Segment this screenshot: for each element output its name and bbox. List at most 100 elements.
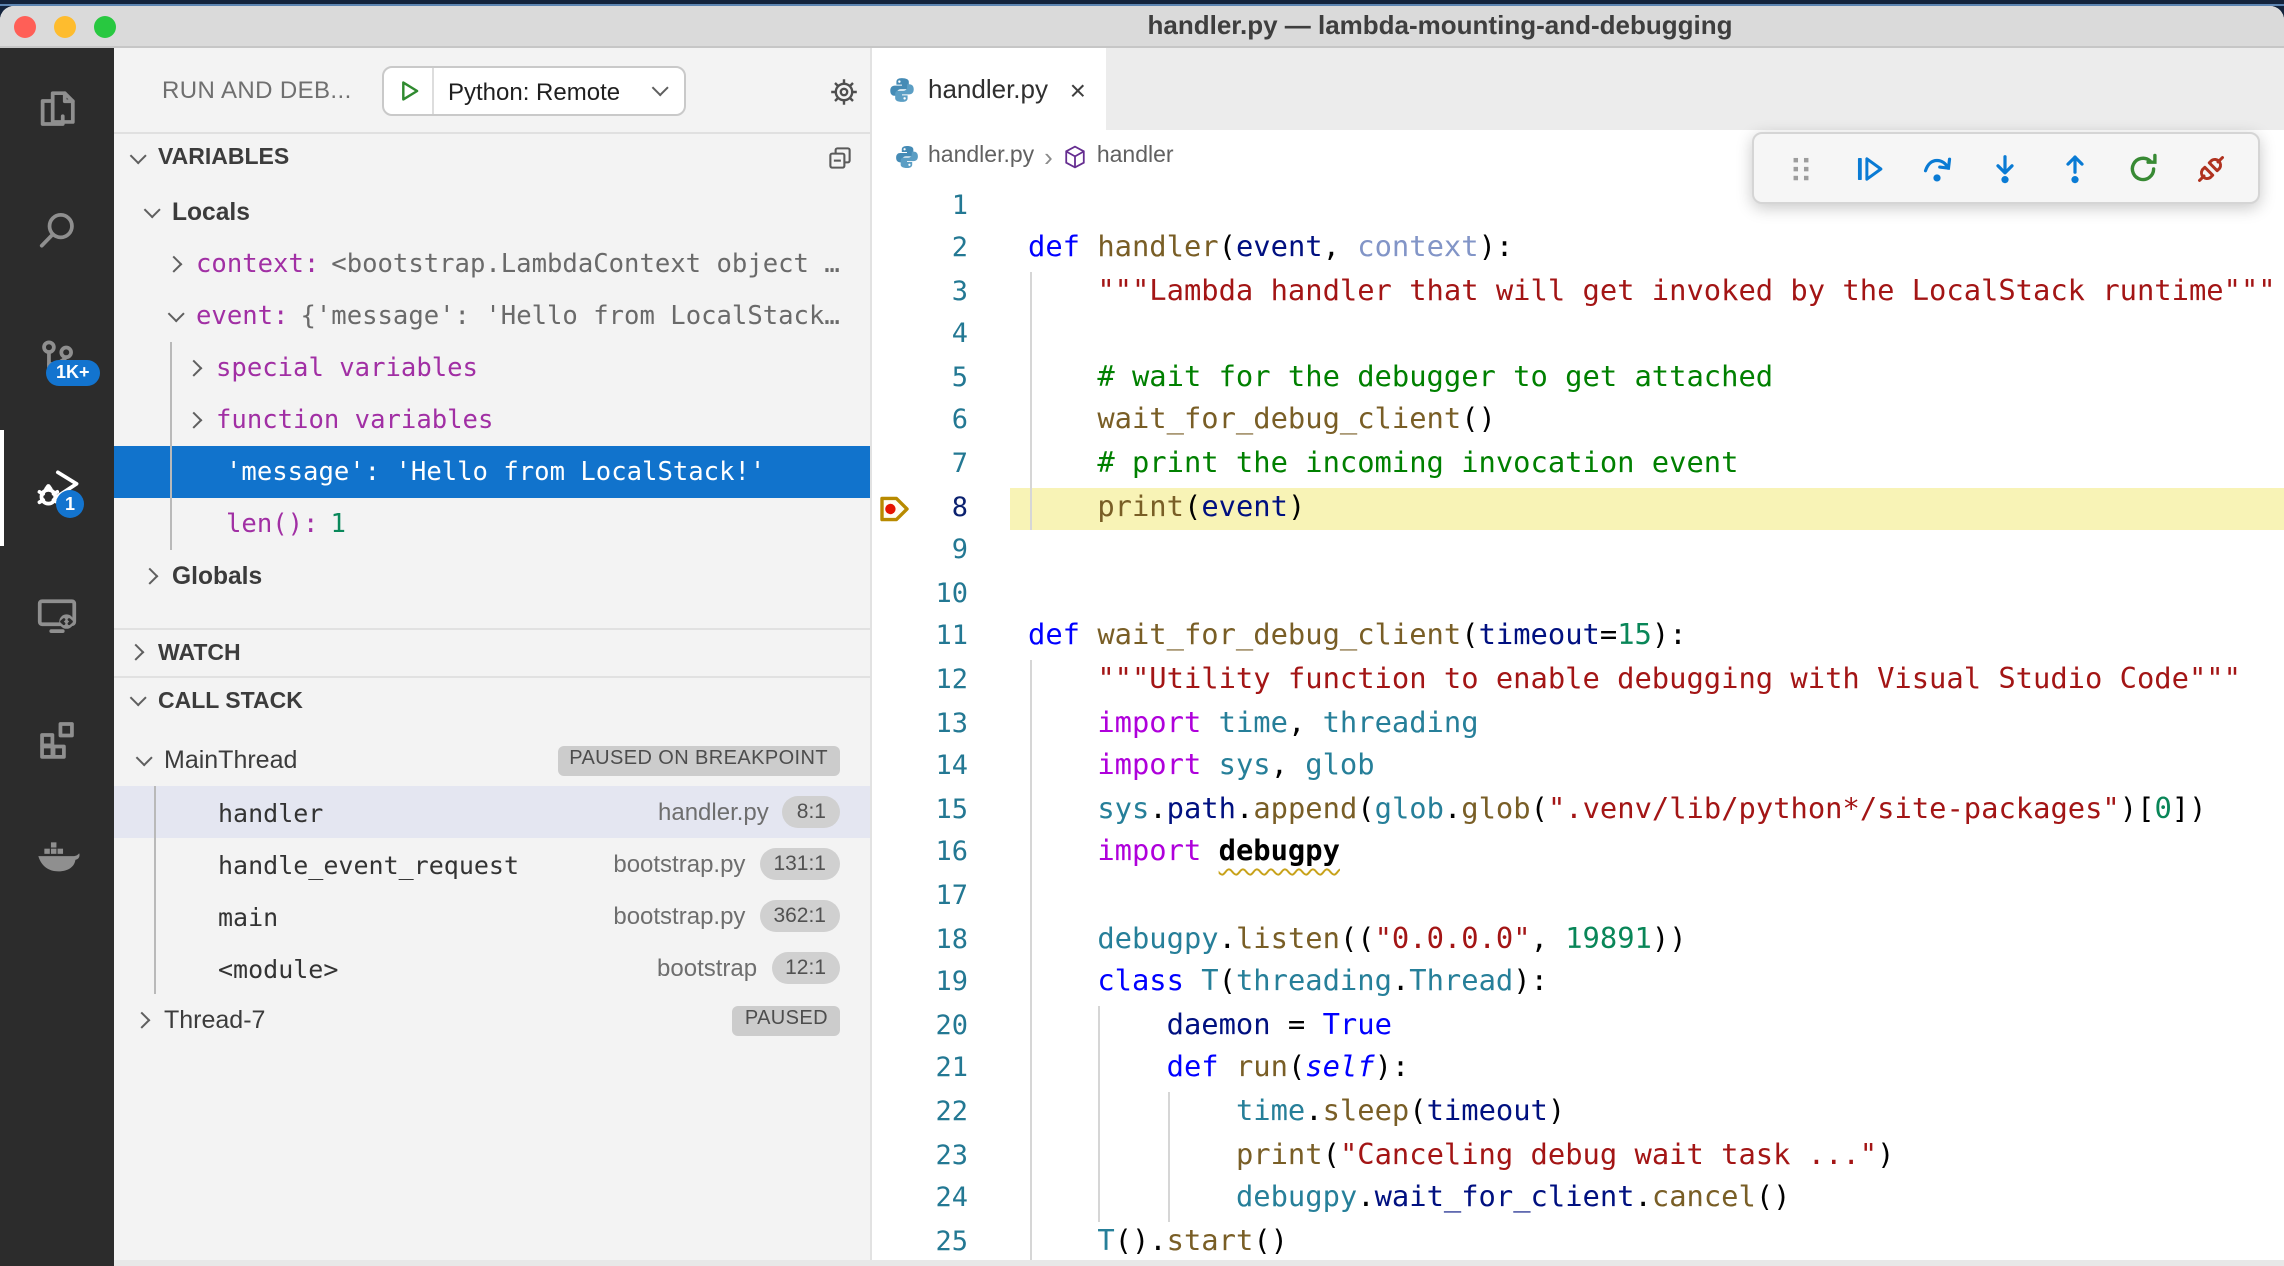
continue-button[interactable] xyxy=(1839,140,1899,196)
remote-explorer-button[interactable] xyxy=(0,566,114,662)
minimize-button[interactable] xyxy=(54,15,76,37)
code-line[interactable]: 9 xyxy=(872,531,2284,574)
zoom-button[interactable] xyxy=(94,15,116,37)
editor-gutter[interactable]: 12 xyxy=(872,660,1028,703)
collapse-all-button[interactable] xyxy=(822,140,858,176)
step-out-button[interactable] xyxy=(2045,140,2105,196)
extensions-button[interactable] xyxy=(0,690,114,786)
code-line[interactable]: 4 xyxy=(872,315,2284,358)
code-line[interactable]: 11def wait_for_debug_client(timeout=15): xyxy=(872,617,2284,660)
editor-gutter[interactable]: 19 xyxy=(872,962,1028,1005)
code-line[interactable]: 19 class T(threading.Thread): xyxy=(872,962,2284,1005)
line-number: 22 xyxy=(872,1092,1028,1135)
settings-gear-button[interactable] xyxy=(818,48,870,134)
variable-row[interactable]: event:{'message': 'Hello from LocalStack… xyxy=(114,290,870,342)
chevron-down-icon[interactable] xyxy=(650,81,670,101)
call-stack-frame-row[interactable]: handlerhandler.py8:1 xyxy=(114,786,870,838)
code-line[interactable]: 3 """Lambda handler that will get invoke… xyxy=(872,271,2284,314)
variable-row[interactable]: function variables xyxy=(114,394,870,446)
code-line[interactable]: 10 xyxy=(872,574,2284,617)
variable-row[interactable]: 'message': 'Hello from LocalStack!' xyxy=(114,446,870,498)
code-line[interactable]: 15 sys.path.append(glob.glob(".venv/lib/… xyxy=(872,790,2284,833)
variable-row[interactable]: Globals xyxy=(114,550,870,602)
editor-gutter[interactable]: 24 xyxy=(872,1178,1028,1221)
line-number: 14 xyxy=(872,746,1028,789)
editor-gutter[interactable]: 7 xyxy=(872,444,1028,487)
source-control-button[interactable]: 1K+ xyxy=(0,310,114,406)
editor-gutter[interactable]: 1 xyxy=(872,185,1028,228)
code-line[interactable]: 17 xyxy=(872,876,2284,919)
close-button[interactable] xyxy=(14,15,36,37)
step-into-button[interactable] xyxy=(1976,140,2036,196)
editor-gutter[interactable]: 2 xyxy=(872,228,1028,271)
code-line[interactable]: 13 import time, threading xyxy=(872,703,2284,746)
editor-gutter[interactable]: 11 xyxy=(872,617,1028,660)
code-line[interactable]: 21 def run(self): xyxy=(872,1049,2284,1092)
close-tab-icon[interactable]: × xyxy=(1066,73,1090,105)
disconnect-button[interactable] xyxy=(2182,140,2242,196)
variable-row[interactable]: context:<bootstrap.LambdaContext object … xyxy=(114,238,870,290)
breakpoint-current-icon[interactable] xyxy=(878,493,912,523)
editor-gutter[interactable]: 18 xyxy=(872,919,1028,962)
code-line[interactable]: 18 debugpy.listen(("0.0.0.0", 19891)) xyxy=(872,919,2284,962)
drag-handle-button[interactable] xyxy=(1770,140,1830,196)
call-stack-frame-row[interactable]: <module>bootstrap12:1 xyxy=(114,942,870,994)
chevron-right-icon xyxy=(134,1010,154,1030)
editor-gutter[interactable]: 22 xyxy=(872,1092,1028,1135)
editor-gutter[interactable]: 8 xyxy=(872,487,1028,530)
editor-gutter[interactable]: 10 xyxy=(872,574,1028,617)
variable-value: <bootstrap.LambdaContext object … xyxy=(331,249,840,279)
variable-row[interactable]: special variables xyxy=(114,342,870,394)
code-line[interactable]: 6 wait_for_debug_client() xyxy=(872,401,2284,444)
step-over-button[interactable] xyxy=(1907,140,1967,196)
editor-gutter[interactable]: 15 xyxy=(872,790,1028,833)
search-button[interactable] xyxy=(0,182,114,278)
code-line[interactable]: 14 import sys, glob xyxy=(872,746,2284,789)
docker-button[interactable] xyxy=(0,806,114,902)
code-line[interactable]: 24 debugpy.wait_for_client.cancel() xyxy=(872,1178,2284,1221)
watch-pane-header[interactable]: WATCH xyxy=(114,628,870,676)
code-line[interactable]: 5 # wait for the debugger to get attache… xyxy=(872,358,2284,401)
title-bar[interactable]: handler.py — lambda-mounting-and-debuggi… xyxy=(0,6,2284,48)
code-text: import sys, glob xyxy=(1028,746,1375,789)
code-line[interactable]: 7 # print the incoming invocation event xyxy=(872,444,2284,487)
editor-gutter[interactable]: 17 xyxy=(872,876,1028,919)
editor-gutter[interactable]: 23 xyxy=(872,1135,1028,1178)
code-line[interactable]: 8 print(event) xyxy=(872,487,2284,530)
code-line[interactable]: 2def handler(event, context): xyxy=(872,228,2284,271)
editor-gutter[interactable]: 21 xyxy=(872,1049,1028,1092)
editor-gutter[interactable]: 9 xyxy=(872,531,1028,574)
editor-gutter[interactable]: 13 xyxy=(872,703,1028,746)
breadcrumb-item-file[interactable]: handler.py xyxy=(894,143,1034,169)
code-editor[interactable]: 12def handler(event, context):3 """Lambd… xyxy=(872,185,2284,1265)
start-debugging-button[interactable] xyxy=(384,68,434,114)
launch-config-label[interactable]: Python: Remote xyxy=(434,77,650,105)
editor-gutter[interactable]: 20 xyxy=(872,1006,1028,1049)
breadcrumb-item-symbol[interactable]: handler xyxy=(1063,143,1174,169)
run-and-debug-button[interactable]: 1 xyxy=(0,440,114,536)
editor-gutter[interactable]: 6 xyxy=(872,401,1028,444)
editor-gutter[interactable]: 5 xyxy=(872,358,1028,401)
explorer-button[interactable] xyxy=(0,60,114,156)
variable-row[interactable]: len():1 xyxy=(114,498,870,550)
code-line[interactable]: 23 print("Canceling debug wait task ..."… xyxy=(872,1135,2284,1178)
variable-row[interactable]: Locals xyxy=(114,186,870,238)
editor-gutter[interactable]: 16 xyxy=(872,833,1028,876)
call-stack-pane-header[interactable]: CALL STACK xyxy=(114,676,870,724)
restart-button[interactable] xyxy=(2113,140,2173,196)
code-line[interactable]: 20 daemon = True xyxy=(872,1006,2284,1049)
call-stack-thread-row[interactable]: Thread-7PAUSED xyxy=(114,994,870,1046)
frame-file-name: bootstrap xyxy=(657,954,757,982)
code-line[interactable]: 22 time.sleep(timeout) xyxy=(872,1092,2284,1135)
call-stack-frame-row[interactable]: mainbootstrap.py362:1 xyxy=(114,890,870,942)
tab-handler-py[interactable]: handler.py × xyxy=(872,48,1106,130)
code-line[interactable]: 16 import debugpy xyxy=(872,833,2284,876)
call-stack-thread-row[interactable]: MainThreadPAUSED ON BREAKPOINT xyxy=(114,734,870,786)
editor-gutter[interactable]: 4 xyxy=(872,315,1028,358)
variables-pane-header[interactable]: VARIABLES xyxy=(114,134,870,182)
editor-gutter[interactable]: 14 xyxy=(872,746,1028,789)
code-line[interactable]: 12 """Utility function to enable debuggi… xyxy=(872,660,2284,703)
call-stack-frame-row[interactable]: handle_event_requestbootstrap.py131:1 xyxy=(114,838,870,890)
editor-gutter[interactable]: 3 xyxy=(872,271,1028,314)
launch-config-control[interactable]: Python: Remote xyxy=(382,66,686,116)
